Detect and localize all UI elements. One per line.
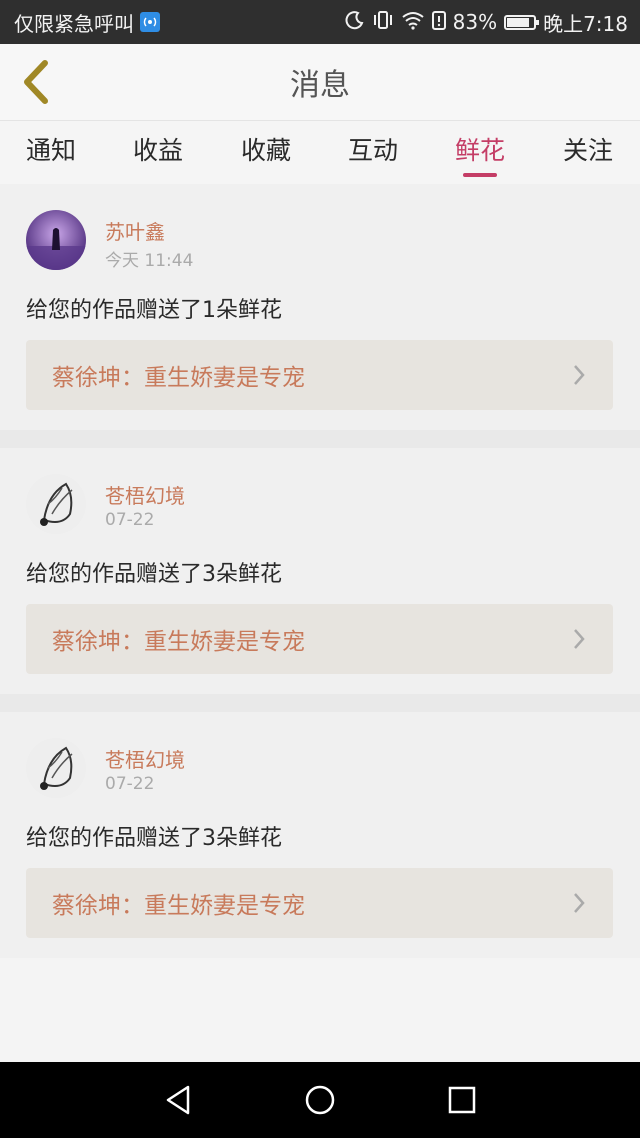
avatar[interactable] — [26, 738, 86, 798]
status-bar: 仅限紧急呼叫 83% 晚上7:18 — [0, 0, 640, 44]
chevron-right-icon — [574, 365, 585, 385]
message-card: 苍梧幻境 07-22 给您的作品赠送了3朵鲜花 蔡徐坤：重生娇妻是专宠 — [0, 448, 640, 694]
chevron-left-icon — [24, 60, 48, 104]
message-card: 苍梧幻境 07-22 给您的作品赠送了3朵鲜花 蔡徐坤：重生娇妻是专宠 — [0, 712, 640, 958]
avatar[interactable] — [26, 474, 86, 534]
moon-icon — [345, 10, 365, 35]
chevron-right-icon — [574, 629, 585, 649]
wifi-icon — [401, 10, 425, 35]
message-time: 07-22 — [105, 510, 155, 530]
work-title: 蔡徐坤：重生娇妻是专宠 — [52, 893, 305, 919]
page-title: 消息 — [290, 68, 350, 103]
tab-bar: 通知 收益 收藏 互动 鲜花 关注 — [0, 120, 640, 184]
tab-interactions[interactable]: 互动 — [328, 131, 418, 167]
work-link[interactable]: 蔡徐坤：重生娇妻是专宠 — [26, 868, 613, 938]
hotspot-icon — [140, 12, 160, 32]
sender-name[interactable]: 苏叶鑫 — [105, 216, 165, 245]
message-time: 今天 11:44 — [105, 251, 194, 271]
battery-percent: 83% — [452, 10, 498, 34]
system-nav-bar — [0, 1062, 640, 1138]
divider — [0, 430, 640, 448]
message-card: 苏叶鑫 今天 11:44 给您的作品赠送了1朵鲜花 蔡徐坤：重生娇妻是专宠 — [0, 184, 640, 430]
tab-favorites[interactable]: 收藏 — [221, 131, 311, 167]
tab-earnings[interactable]: 收益 — [113, 131, 203, 167]
tab-follows[interactable]: 关注 — [543, 131, 633, 167]
work-link[interactable]: 蔡徐坤：重生娇妻是专宠 — [26, 604, 613, 674]
back-triangle-icon[interactable] — [160, 1082, 196, 1118]
message-text: 给您的作品赠送了3朵鲜花 — [26, 826, 282, 851]
avatar[interactable] — [26, 210, 86, 270]
home-circle-icon[interactable] — [302, 1082, 338, 1118]
header: 消息 — [0, 44, 640, 120]
message-time: 07-22 — [105, 774, 155, 794]
message-text: 给您的作品赠送了3朵鲜花 — [26, 562, 282, 587]
message-text: 给您的作品赠送了1朵鲜花 — [26, 298, 282, 323]
work-title: 蔡徐坤：重生娇妻是专宠 — [52, 629, 305, 655]
back-button[interactable] — [14, 58, 58, 106]
chevron-right-icon — [574, 893, 585, 913]
battery-icon — [504, 14, 540, 30]
tab-notifications[interactable]: 通知 — [6, 131, 96, 167]
vibrate-icon — [372, 10, 394, 35]
battery-alert-icon — [431, 10, 446, 35]
tab-flowers[interactable]: 鲜花 — [435, 131, 525, 177]
recents-square-icon[interactable] — [444, 1082, 480, 1118]
work-link[interactable]: 蔡徐坤：重生娇妻是专宠 — [26, 340, 613, 410]
emergency-call-text: 仅限紧急呼叫 — [14, 11, 134, 36]
clock: 晚上7:18 — [543, 11, 628, 36]
sender-name[interactable]: 苍梧幻境 — [105, 744, 185, 773]
sender-name[interactable]: 苍梧幻境 — [105, 480, 185, 509]
tab-active-indicator — [463, 173, 497, 177]
work-title: 蔡徐坤：重生娇妻是专宠 — [52, 365, 305, 391]
divider — [0, 694, 640, 712]
